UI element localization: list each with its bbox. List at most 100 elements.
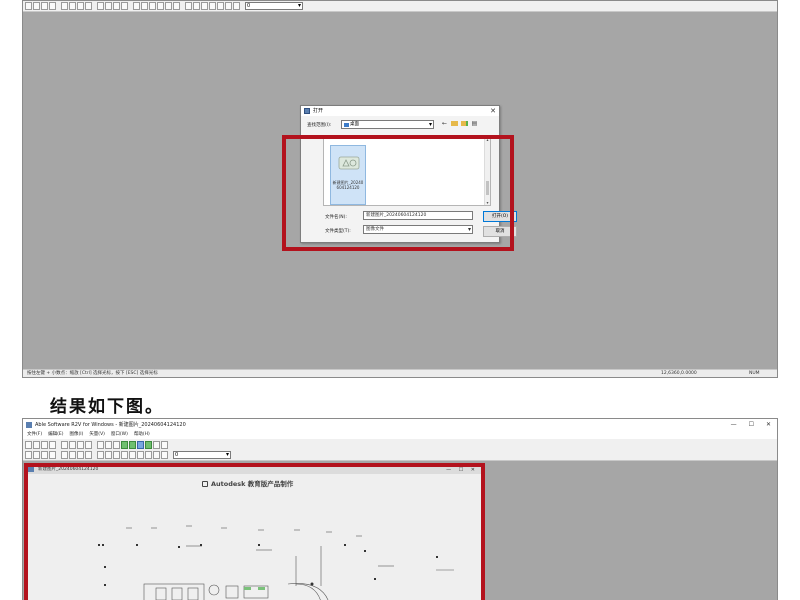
zoom-fit-icon[interactable] (113, 440, 120, 449)
back-arrow-icon[interactable]: ← (441, 120, 448, 127)
toolbar-separator (57, 451, 60, 459)
app-titlebar: Able Software R2V for Windows - 新建图片_202… (23, 419, 777, 431)
toolbar-separator (93, 451, 96, 459)
delete-icon[interactable] (129, 451, 136, 459)
vectorize-icon[interactable] (193, 2, 200, 10)
print-icon[interactable] (49, 2, 56, 10)
lookin-select[interactable]: 桌面 ▾ (341, 120, 434, 129)
dialog-title: 打开 (313, 108, 324, 114)
undo-icon[interactable] (85, 2, 92, 10)
new-folder-icon[interactable] (461, 121, 468, 126)
vectorize-icon[interactable] (121, 440, 128, 449)
paste-icon[interactable] (77, 451, 84, 459)
toolbar-separator (93, 2, 96, 10)
lookin-value: 桌面 (350, 122, 359, 127)
print-icon[interactable] (49, 451, 56, 459)
cut-icon[interactable] (61, 2, 68, 10)
menu-file[interactable]: 文件(F) (27, 431, 42, 439)
rectangle-icon[interactable] (161, 451, 168, 459)
save-icon[interactable] (41, 2, 48, 10)
status-bar: 按住左键 + 小数点：缩放 [Ctrl] 选择光标，按下 [ESC] 选择光标 … (23, 369, 777, 377)
app-window-title: Able Software R2V for Windows - 新建图片_202… (35, 422, 186, 428)
copy-icon[interactable] (69, 2, 76, 10)
ocr-icon[interactable] (145, 440, 152, 449)
select-icon[interactable] (61, 440, 68, 449)
desktop-folder-icon (344, 123, 349, 127)
toolbar-separator (57, 441, 60, 449)
color-icon[interactable] (137, 451, 144, 459)
app-icon (26, 422, 32, 428)
toolbar-separator (93, 441, 96, 449)
zoom-fit-icon[interactable] (113, 2, 120, 10)
new-icon[interactable] (25, 440, 32, 449)
menu-bar: 文件(F) 编辑(E) 图像(I) 矢量(V) 窗口(W) 帮助(H) (23, 431, 777, 439)
node-icon[interactable] (157, 2, 164, 10)
toolbar-separator (181, 2, 184, 10)
node-icon[interactable] (113, 451, 120, 459)
minimize-icon[interactable]: — (731, 419, 737, 431)
app-icon (304, 108, 310, 114)
window-controls: — ☐ ✕ (731, 419, 771, 431)
zoom-out-icon[interactable] (105, 440, 112, 449)
menu-image[interactable]: 图像(I) (69, 431, 83, 439)
zoom-out-icon[interactable] (105, 2, 112, 10)
trace-icon[interactable] (185, 2, 192, 10)
toolbar-row-1 (23, 439, 777, 450)
grid-icon[interactable] (225, 2, 232, 10)
open-icon[interactable] (33, 451, 40, 459)
caption-text: 结果如下图。 (50, 397, 164, 417)
lookin-label: 查找范围(I): (307, 123, 332, 128)
save-icon[interactable] (41, 440, 48, 449)
paste-icon[interactable] (77, 2, 84, 10)
dialog-titlebar: 打开 ✕ (301, 106, 499, 116)
new-icon[interactable] (25, 2, 32, 10)
value-combo[interactable]: 0 (245, 2, 303, 10)
up-folder-icon[interactable] (451, 121, 458, 126)
text-icon[interactable] (77, 440, 84, 449)
toolbar-separator (241, 2, 244, 10)
pointer-icon[interactable] (69, 440, 76, 449)
menu-help[interactable]: 帮助(H) (134, 431, 150, 439)
edit-node-icon[interactable] (165, 2, 172, 10)
toolbar-separator (57, 2, 60, 10)
close-icon[interactable]: ✕ (766, 419, 771, 431)
menu-window[interactable]: 窗口(W) (111, 431, 128, 439)
value-combo[interactable]: 0 (173, 451, 231, 459)
menu-vector[interactable]: 矢量(V) (89, 431, 105, 439)
open-icon[interactable] (33, 2, 40, 10)
select-icon[interactable] (133, 2, 140, 10)
arc-icon[interactable] (145, 451, 152, 459)
polyline-icon[interactable] (149, 2, 156, 10)
grid-icon[interactable] (153, 440, 160, 449)
polyline-icon[interactable] (105, 451, 112, 459)
close-icon[interactable]: ✕ (490, 106, 496, 116)
edit-node-icon[interactable] (121, 451, 128, 459)
trace-icon[interactable] (129, 440, 136, 449)
circle-icon[interactable] (153, 451, 160, 459)
open-icon[interactable] (33, 440, 40, 449)
layer-icon[interactable] (137, 440, 144, 449)
print-icon[interactable] (49, 440, 56, 449)
delete-icon[interactable] (173, 2, 180, 10)
zoom-in-icon[interactable] (97, 2, 104, 10)
toolbar-separator (169, 451, 172, 459)
view-menu-icon[interactable]: ▤ (471, 120, 478, 127)
pan-icon[interactable] (121, 2, 128, 10)
status-coords: 12,6360,0.0000 (661, 371, 697, 376)
cut-icon[interactable] (61, 451, 68, 459)
save-icon[interactable] (41, 451, 48, 459)
maximize-icon[interactable]: ☐ (749, 419, 754, 431)
ocr-icon[interactable] (217, 2, 224, 10)
undo-icon[interactable] (85, 451, 92, 459)
help-icon[interactable] (233, 2, 240, 10)
line-icon[interactable] (97, 451, 104, 459)
menu-edit[interactable]: 编辑(E) (48, 431, 63, 439)
line-icon[interactable] (141, 2, 148, 10)
help-icon[interactable] (161, 440, 168, 449)
new-icon[interactable] (25, 451, 32, 459)
color-icon[interactable] (209, 2, 216, 10)
measure-icon[interactable] (85, 440, 92, 449)
zoom-in-icon[interactable] (97, 440, 104, 449)
layer-icon[interactable] (201, 2, 208, 10)
copy-icon[interactable] (69, 451, 76, 459)
